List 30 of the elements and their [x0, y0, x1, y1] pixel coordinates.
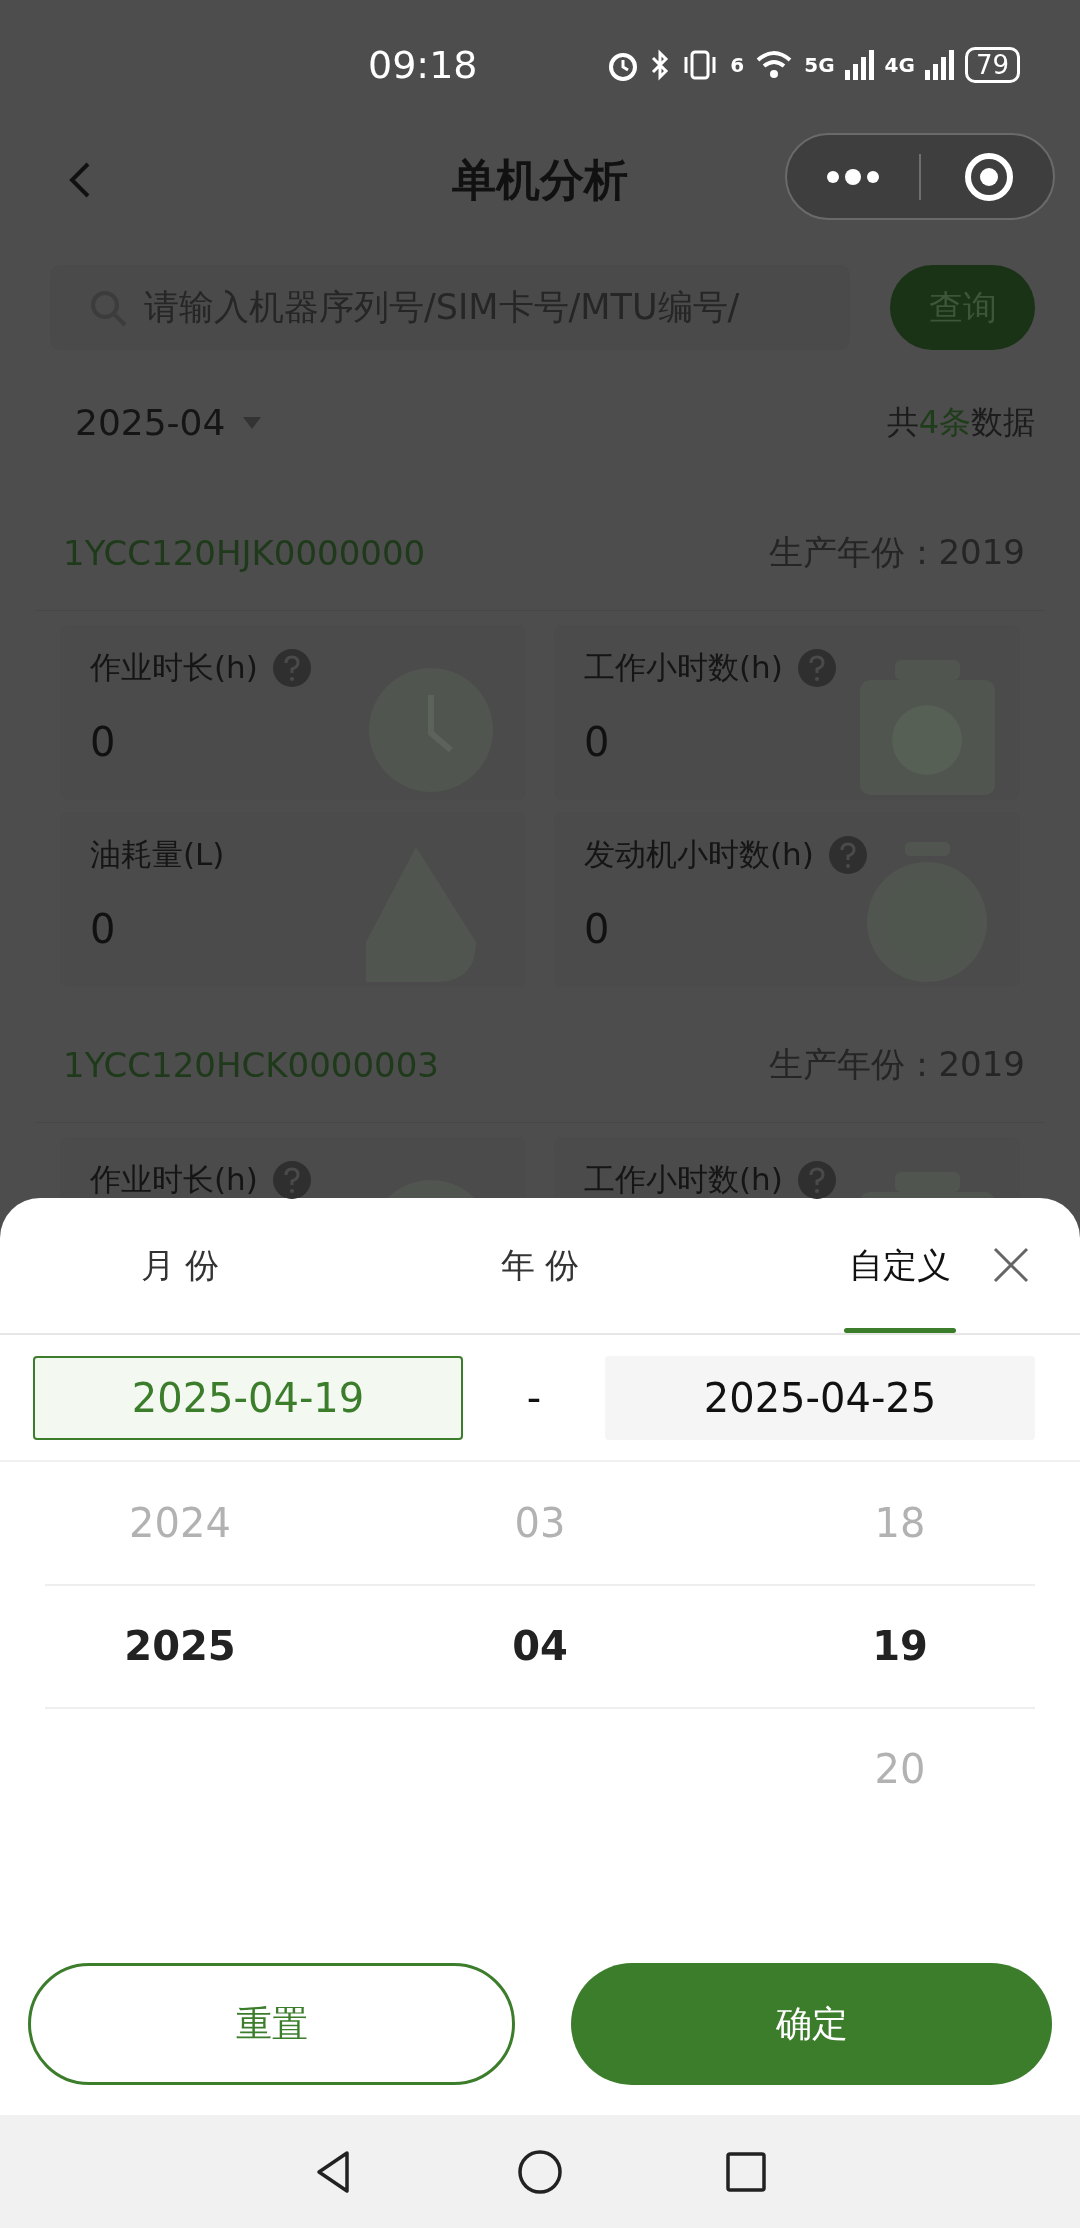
- metric-value: 0: [584, 719, 611, 765]
- network-label: 4G: [884, 53, 915, 77]
- help-icon[interactable]: [271, 1160, 312, 1200]
- picker-option[interactable]: 2025: [124, 1585, 236, 1708]
- caret-icon: [243, 416, 262, 429]
- period-tab[interactable]: 月 份: [0, 1198, 360, 1333]
- status-time: 09:18: [368, 43, 478, 87]
- network-label: 5G: [804, 53, 835, 77]
- picker-option[interactable]: 19: [872, 1585, 928, 1708]
- end-date-field[interactable]: 2025-04-25: [605, 1355, 1035, 1440]
- metric-value: 0: [584, 906, 611, 952]
- close-icon[interactable]: [992, 1246, 1030, 1284]
- confirm-button[interactable]: 确定: [571, 1963, 1052, 2085]
- reset-button[interactable]: 重置: [28, 1963, 515, 2085]
- start-date-field[interactable]: 2025-04-19: [33, 1355, 463, 1440]
- bluetooth-icon: [650, 49, 671, 81]
- page-title: 单机分析: [452, 152, 628, 207]
- picker-option[interactable]: 04: [512, 1585, 568, 1708]
- metric-value: 0: [90, 906, 117, 952]
- signal-icon: [844, 50, 875, 80]
- signal-icon: [924, 50, 955, 80]
- metric-value: 0: [90, 719, 117, 765]
- battery-level: 79: [964, 47, 1020, 83]
- date-separator: -: [525, 1374, 543, 1421]
- period-tab[interactable]: 年 份: [360, 1198, 720, 1333]
- help-icon[interactable]: [796, 1160, 837, 1200]
- period-tab[interactable]: 自定义: [720, 1198, 1080, 1333]
- more-icon[interactable]: [825, 168, 881, 185]
- home-icon[interactable]: [517, 2148, 563, 2195]
- wifi-label: 6: [730, 53, 745, 77]
